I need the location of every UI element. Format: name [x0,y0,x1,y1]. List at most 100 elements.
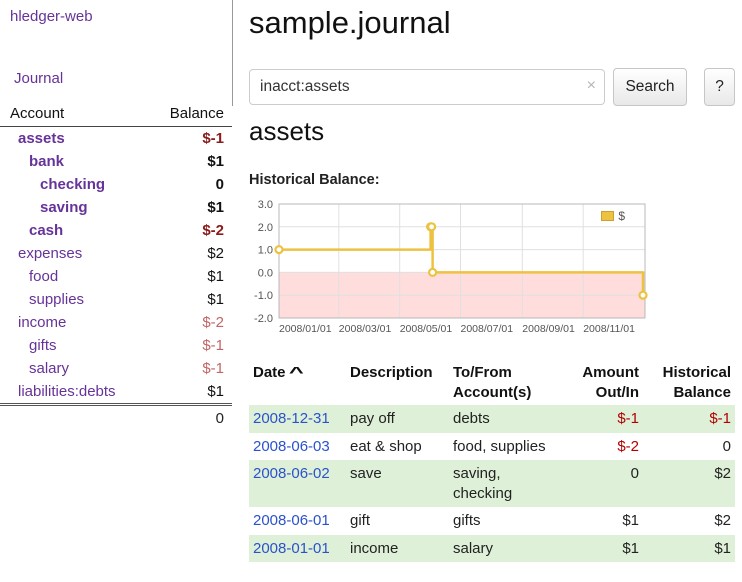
sidebar-account-saving[interactable]: saving [10,199,88,216]
transaction-balance-cell: $2 [643,460,735,507]
account-balance: $-1 [202,337,224,354]
sidebar-account-bank[interactable]: bank [10,153,64,170]
account-balance: $2 [207,245,224,262]
sidebar-account-supplies[interactable]: supplies [10,291,84,308]
account-balance: $1 [207,199,224,216]
register-col-description: Description [346,360,449,405]
transaction-date-cell: 2008-06-01 [249,507,346,535]
sidebar-account-expenses[interactable]: expenses [10,245,82,262]
svg-text:-1.0: -1.0 [254,290,273,302]
sidebar-item-journal[interactable]: Journal [14,70,63,87]
search-row: × Search ? [249,68,735,106]
accounts-table-header: Account Balance [0,102,232,127]
search-input[interactable] [249,69,605,105]
transaction-date-link[interactable]: 2008-01-01 [253,540,330,557]
sidebar-account-liabilities-debts[interactable]: liabilities:debts [10,383,116,400]
transaction-date-link[interactable]: 2008-06-03 [253,438,330,455]
register-row: 2008-06-02 savesaving, checking0$2 [249,460,735,507]
account-row: saving $1 [0,196,232,219]
sidebar-account-salary[interactable]: salary [10,360,69,377]
register-section: Date^ Description To/From Account(s) Amo… [249,360,735,562]
transaction-date-cell: 2008-01-01 [249,535,346,563]
register-col-balance: Historical Balance [643,360,735,405]
svg-text:2008/03/01: 2008/03/01 [339,323,392,335]
transaction-date-cell: 2008-06-02 [249,460,346,507]
balance-chart: 3.02.01.00.0-1.0-2.02008/01/012008/03/01… [249,194,649,346]
svg-text:2.0: 2.0 [258,222,273,234]
account-balance: $1 [207,268,224,285]
account-row: food $1 [0,265,232,288]
transaction-description-cell: income [346,535,449,563]
transaction-amount-cell: $1 [567,507,643,535]
register-header-row: Date^ Description To/From Account(s) Amo… [249,360,735,405]
account-balance: $-1 [202,130,224,147]
register-row: 2008-12-31pay offdebts$-1$-1 [249,405,735,433]
chart-title: Historical Balance: [249,172,380,188]
account-balance: $-2 [202,314,224,331]
transaction-accounts-cell: gifts [449,507,567,535]
legend-label: $ [618,209,625,223]
sidebar-account-income[interactable]: income [10,314,66,331]
sidebar-account-checking[interactable]: checking [10,176,105,193]
transaction-amount-cell: $-1 [567,405,643,433]
transaction-date-cell: 2008-12-31 [249,405,346,433]
sort-ascending-icon: ^ [288,363,303,383]
search-box: × [249,69,605,105]
svg-text:3.0: 3.0 [258,199,273,211]
transaction-accounts-cell: debts [449,405,567,433]
accounts-table: Account Balance assets $-1 bank $1 checking 0… [0,102,232,430]
sidebar-account-assets[interactable]: assets [10,130,65,147]
register-row: 2008-01-01incomesalary$1$1 [249,535,735,563]
accounts-total-value: 0 [216,410,224,427]
transaction-date-link[interactable]: 2008-06-01 [253,512,330,529]
transaction-description-cell: eat & shop [346,433,449,461]
transaction-balance-cell: 0 [643,433,735,461]
transaction-amount-cell: 0 [567,460,643,507]
account-row: supplies $1 [0,288,232,311]
register-col-accounts: To/From Account(s) [449,360,567,405]
transaction-balance-cell: $-1 [643,405,735,433]
sidebar-divider [232,0,233,106]
account-balance: 0 [216,176,224,193]
svg-text:0.0: 0.0 [258,267,273,279]
account-balance: $1 [207,291,224,308]
svg-text:2008/05/01: 2008/05/01 [400,323,453,335]
account-row: assets $-1 [0,127,232,150]
transaction-description-cell: save [346,460,449,507]
chart-legend: $ [599,208,627,224]
transaction-accounts-cell: saving, checking [449,460,567,507]
transaction-description-cell: pay off [346,405,449,433]
transaction-accounts-cell: salary [449,535,567,563]
register-row: 2008-06-03 eat & shopfood, supplies$-20 [249,433,735,461]
sidebar-account-cash[interactable]: cash [10,222,63,239]
sidebar-account-food[interactable]: food [10,268,58,285]
accounts-total-row: 0 [0,403,232,430]
account-row: cash$-2 [0,219,232,242]
register-table: Date^ Description To/From Account(s) Amo… [249,360,735,562]
svg-text:2008/01/01: 2008/01/01 [279,323,332,335]
account-balance: $-1 [202,360,224,377]
search-button[interactable]: Search [613,68,687,106]
transaction-date-link[interactable]: 2008-06-02 [253,465,330,482]
transaction-amount-cell: $-2 [567,433,643,461]
main-content: sample.journal × Search ? assets Histori… [249,0,735,582]
accounts-rows: assets$-1bank$1checking0saving$1cash$-2e… [0,127,232,403]
transaction-description-cell: gift [346,507,449,535]
clear-search-icon[interactable]: × [587,77,596,95]
sidebar-account-gifts[interactable]: gifts [10,337,57,354]
brand-link[interactable]: hledger-web [10,8,93,25]
account-row: income $-2 [0,311,232,334]
account-balance: $1 [207,383,224,400]
transaction-accounts-cell: food, supplies [449,433,567,461]
register-col-date[interactable]: Date^ [249,360,346,405]
account-row: liabilities:debts $1 [0,380,232,403]
register-col-amount: Amount Out/In [567,360,643,405]
transaction-amount-cell: $1 [567,535,643,563]
account-row: salary $-1 [0,357,232,380]
transaction-balance-cell: $2 [643,507,735,535]
accounts-col-balance: Balance [170,106,224,121]
legend-swatch-icon [601,211,614,221]
transaction-date-link[interactable]: 2008-12-31 [253,410,330,427]
svg-text:2008/09/01: 2008/09/01 [522,323,575,335]
help-button[interactable]: ? [704,68,735,106]
